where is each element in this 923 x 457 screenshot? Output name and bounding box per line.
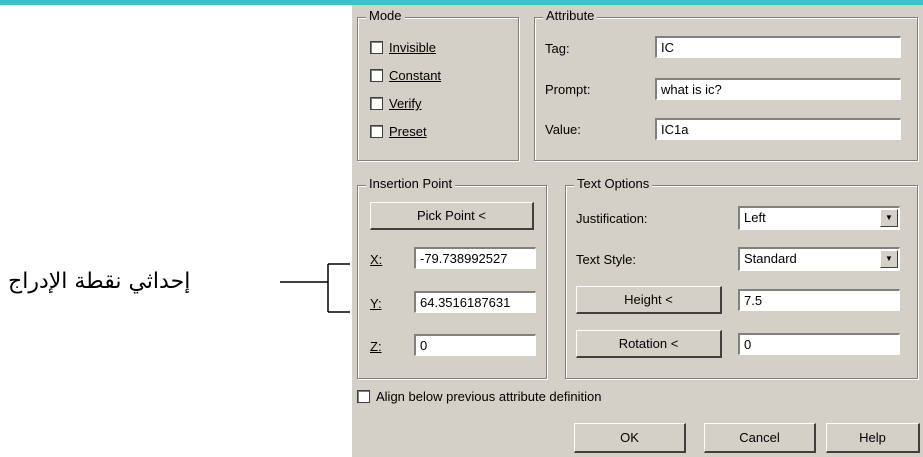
rotation-button[interactable]: Rotation < [576, 330, 722, 358]
tag-input[interactable]: IC [655, 36, 901, 58]
height-input[interactable]: 7.5 [738, 289, 900, 311]
value-label: Value: [545, 122, 581, 137]
invisible-label: Invisible [389, 40, 436, 55]
justification-value: Left [744, 210, 766, 225]
prompt-input[interactable]: what is ic? [655, 78, 901, 100]
text-style-select[interactable]: Standard ▼ [738, 247, 900, 271]
constant-label: Constant [389, 68, 442, 83]
preset-checkbox-row[interactable]: Preset [370, 124, 427, 139]
cancel-button[interactable]: Cancel [704, 423, 816, 453]
invisible-checkbox[interactable] [370, 41, 383, 54]
constant-checkbox-row[interactable]: Constant [370, 68, 441, 83]
mode-group: Mode Invisible Constant Verify Preset [357, 8, 519, 161]
chevron-down-icon[interactable]: ▼ [880, 209, 898, 227]
chevron-down-icon[interactable]: ▼ [880, 250, 898, 268]
verify-label: Verify [389, 96, 422, 111]
help-button[interactable]: Help [826, 423, 920, 453]
value-input[interactable]: IC1a [655, 118, 901, 140]
preset-label: Preset [389, 124, 427, 139]
justification-label: Justification: [576, 211, 648, 226]
rotation-input[interactable]: 0 [738, 333, 900, 355]
annotation-label: إحداثي نقطة الإدراج [8, 269, 191, 294]
annotation-bracket [280, 263, 350, 313]
verify-checkbox-row[interactable]: Verify [370, 96, 422, 111]
height-button[interactable]: Height < [576, 286, 722, 314]
insertion-point-group: Insertion Point Pick Point < X: -79.7389… [357, 176, 547, 379]
y-input[interactable]: 64.3516187631 [414, 291, 536, 313]
align-below-checkbox-row[interactable]: Align below previous attribute definitio… [357, 389, 601, 404]
text-style-value: Standard [744, 251, 797, 266]
text-style-label: Text Style: [576, 252, 636, 267]
ok-button[interactable]: OK [574, 423, 686, 453]
prompt-label: Prompt: [545, 82, 591, 97]
attribute-definition-dialog: Mode Invisible Constant Verify Preset At… [352, 5, 923, 457]
y-label: Y: [370, 296, 382, 311]
preset-checkbox[interactable] [370, 125, 383, 138]
align-below-label: Align below previous attribute definitio… [376, 389, 602, 404]
attribute-group: Attribute Tag: IC Prompt: what is ic? Va… [534, 8, 918, 161]
attribute-legend: Attribute [543, 8, 598, 24]
mode-legend: Mode [366, 8, 405, 24]
justification-select[interactable]: Left ▼ [738, 206, 900, 230]
x-input[interactable]: -79.738992527 [414, 247, 536, 269]
align-below-checkbox[interactable] [357, 390, 370, 403]
verify-checkbox[interactable] [370, 97, 383, 110]
text-options-group: Text Options Justification: Left ▼ Text … [565, 176, 918, 379]
pick-point-button[interactable]: Pick Point < [370, 202, 534, 230]
z-label: Z: [370, 339, 382, 354]
x-label: X: [370, 252, 383, 267]
insertion-point-legend: Insertion Point [366, 176, 456, 192]
text-options-legend: Text Options [574, 176, 653, 192]
tag-label: Tag: [545, 41, 570, 56]
constant-checkbox[interactable] [370, 69, 383, 82]
invisible-checkbox-row[interactable]: Invisible [370, 40, 436, 55]
z-input[interactable]: 0 [414, 334, 536, 356]
